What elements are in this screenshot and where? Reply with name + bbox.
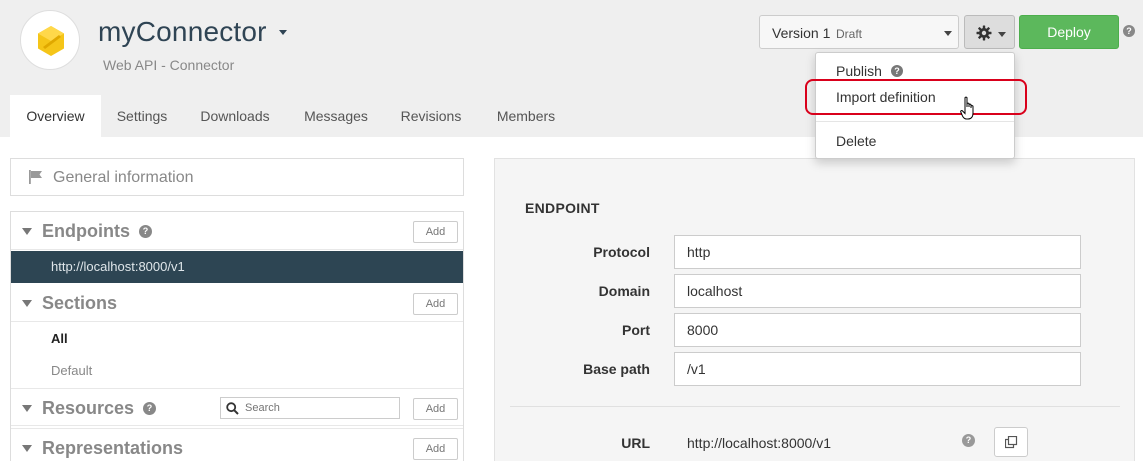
menu-item-delete[interactable]: Delete bbox=[836, 133, 876, 149]
page: myConnector Web API - Connector Version … bbox=[0, 0, 1143, 461]
add-representation-button[interactable]: Add bbox=[413, 438, 458, 460]
highlight-outline bbox=[805, 79, 1027, 115]
app-logo bbox=[20, 10, 80, 70]
cube-icon bbox=[38, 26, 64, 56]
title-caret-icon[interactable] bbox=[279, 30, 287, 35]
endpoint-form: ENDPOINT Protocol Domain Port Base path … bbox=[494, 158, 1135, 461]
section-label: Resources bbox=[42, 398, 135, 418]
collapse-triangle-icon[interactable] bbox=[22, 300, 32, 307]
tab-downloads[interactable]: Downloads bbox=[190, 95, 280, 137]
base-path-label: Base path bbox=[583, 361, 650, 377]
section-label: Sections bbox=[42, 293, 118, 313]
section-item-all[interactable]: All bbox=[51, 331, 68, 346]
add-section-button[interactable]: Add bbox=[413, 293, 458, 315]
version-status: Draft bbox=[836, 27, 863, 41]
tab-revisions[interactable]: Revisions bbox=[390, 95, 472, 137]
divider bbox=[510, 406, 1120, 407]
url-value: http://localhost:8000/v1 bbox=[687, 435, 831, 451]
section-label: Representations bbox=[42, 438, 184, 458]
general-information-item[interactable]: General information bbox=[10, 158, 464, 196]
search-input[interactable] bbox=[245, 400, 395, 416]
chevron-down-icon bbox=[944, 31, 952, 36]
app-title[interactable]: myConnector bbox=[98, 16, 267, 48]
section-sections-header[interactable]: Sections Add bbox=[11, 284, 463, 322]
copy-url-button[interactable] bbox=[994, 427, 1028, 457]
section-item-default[interactable]: Default bbox=[51, 363, 92, 378]
deploy-button[interactable]: Deploy bbox=[1019, 15, 1119, 49]
app-subtitle: Web API - Connector bbox=[103, 57, 235, 73]
gear-icon bbox=[976, 25, 992, 41]
navigation-tree: Endpoints ? Add http://localhost:8000/v1… bbox=[10, 211, 464, 461]
flag-icon bbox=[29, 170, 42, 184]
collapse-triangle-icon[interactable] bbox=[22, 228, 32, 235]
endpoint-item[interactable]: http://localhost:8000/v1 bbox=[11, 251, 463, 283]
tab-settings[interactable]: Settings bbox=[104, 95, 180, 137]
domain-field[interactable] bbox=[674, 274, 1081, 308]
help-icon[interactable]: ? bbox=[1123, 25, 1135, 37]
settings-menu-button[interactable] bbox=[964, 15, 1015, 49]
help-icon[interactable]: ? bbox=[962, 434, 975, 447]
menu-item-publish[interactable]: Publish bbox=[836, 63, 882, 79]
protocol-field[interactable] bbox=[674, 235, 1081, 269]
copy-icon bbox=[1005, 436, 1018, 449]
tab-messages[interactable]: Messages bbox=[293, 95, 379, 137]
chevron-down-icon bbox=[998, 32, 1006, 37]
help-icon[interactable]: ? bbox=[143, 402, 156, 415]
collapse-triangle-icon[interactable] bbox=[22, 445, 32, 452]
collapse-triangle-icon[interactable] bbox=[22, 405, 32, 412]
hand-cursor-icon bbox=[960, 96, 974, 120]
menu-divider bbox=[816, 121, 1014, 122]
add-resource-button[interactable]: Add bbox=[413, 398, 458, 420]
help-icon[interactable]: ? bbox=[891, 65, 903, 77]
section-endpoints-header[interactable]: Endpoints ? Add bbox=[11, 212, 463, 250]
add-endpoint-button[interactable]: Add bbox=[413, 221, 458, 243]
tab-overview[interactable]: Overview bbox=[10, 95, 101, 137]
version-label: Version 1 bbox=[772, 25, 831, 41]
port-field[interactable] bbox=[674, 313, 1081, 347]
url-label: URL bbox=[621, 435, 650, 451]
search-icon bbox=[226, 402, 239, 415]
protocol-label: Protocol bbox=[593, 244, 650, 260]
base-path-field[interactable] bbox=[674, 352, 1081, 386]
help-icon[interactable]: ? bbox=[139, 225, 152, 238]
section-label: Endpoints bbox=[42, 221, 130, 241]
form-heading: ENDPOINT bbox=[525, 200, 600, 216]
general-information-label: General information bbox=[53, 169, 194, 186]
version-select[interactable]: Version 1 Draft bbox=[759, 15, 959, 49]
domain-label: Domain bbox=[598, 283, 650, 299]
resource-search[interactable] bbox=[220, 397, 400, 419]
tab-members[interactable]: Members bbox=[485, 95, 567, 137]
port-label: Port bbox=[622, 322, 650, 338]
section-representations-header[interactable]: Representations Add bbox=[11, 428, 463, 461]
